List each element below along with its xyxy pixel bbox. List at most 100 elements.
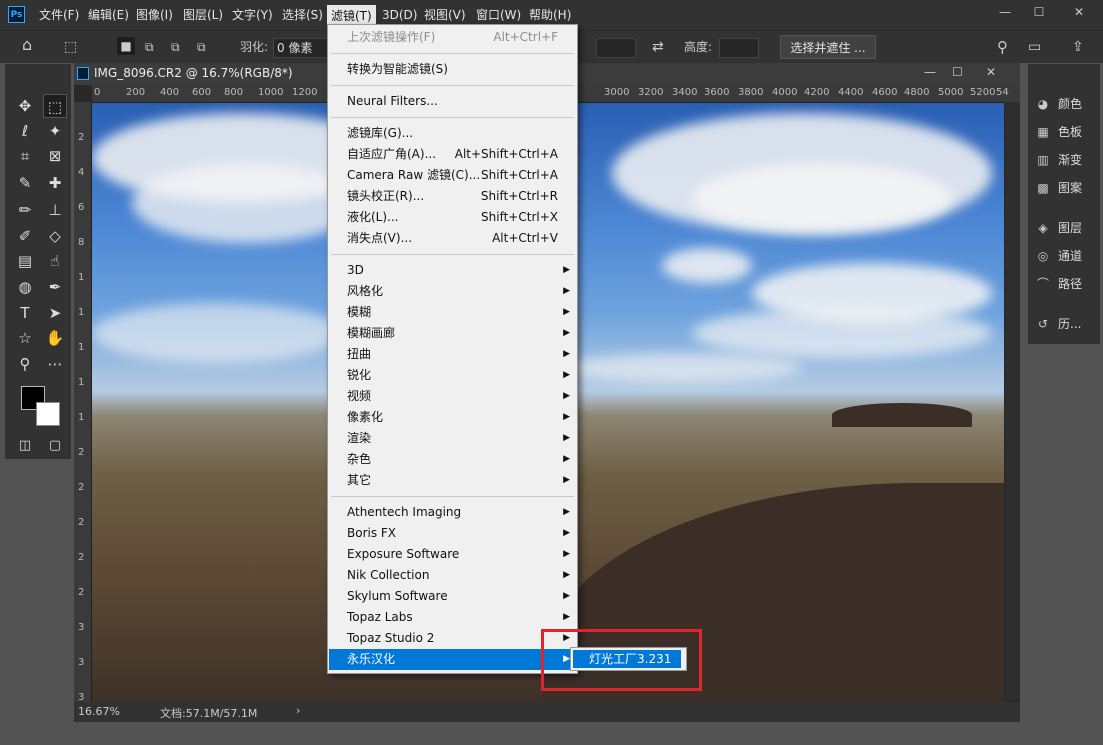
healing-brush-icon[interactable]: ✚	[43, 171, 67, 195]
zoom-level[interactable]: 16.67%	[78, 705, 120, 718]
maximize-button[interactable]: ☐	[1024, 3, 1054, 21]
filter-menu-item[interactable]: Topaz Studio 2 ▶	[329, 628, 576, 649]
move-tool-icon[interactable]: ✥	[13, 94, 37, 118]
crop-tool-icon[interactable]: ⌗	[13, 144, 37, 168]
menu-item-shortcut: Shift+Ctrl+R	[480, 189, 558, 203]
filter-menu-item[interactable]: 扭曲 ▶	[329, 344, 576, 365]
filter-menu-item[interactable]: Athentech Imaging ▶	[329, 502, 576, 523]
menu-item-1[interactable]: 编辑(E)	[84, 0, 133, 30]
menu-item-0[interactable]: 文件(F)	[35, 0, 83, 30]
width-input[interactable]	[596, 38, 636, 58]
menu-item-4[interactable]: 文字(Y)	[228, 0, 277, 30]
screen-mode-icon[interactable]: ▢	[43, 434, 67, 458]
doc-minimize-button[interactable]: —	[924, 65, 936, 79]
ruler-h-tick: 3600	[704, 87, 730, 98]
filter-menu-item[interactable]: 滤镜库(G)...	[329, 123, 576, 144]
lasso-tool-icon[interactable]: ℓ	[13, 119, 37, 143]
add-selection-icon[interactable]: ⧉	[145, 37, 154, 57]
filter-menu-item[interactable]: 像素化 ▶	[329, 407, 576, 428]
eraser-icon[interactable]: ◇	[43, 224, 67, 248]
menu-item-5[interactable]: 选择(S)	[278, 0, 327, 30]
select-and-mask-button[interactable]: 选择并遮住 ...	[780, 35, 876, 59]
filter-menu-item[interactable]: 自适应广角(A)... Alt+Shift+Ctrl+A	[329, 144, 576, 165]
dodge-tool-icon[interactable]: ◍	[13, 275, 37, 299]
menu-item-shortcut: Shift+Ctrl+X	[481, 210, 558, 224]
filter-menu-item[interactable]: 3D ▶	[329, 260, 576, 281]
panel-gradient[interactable]: ▥ 渐变	[1034, 148, 1096, 172]
filter-menu-item[interactable]: 转换为智能滤镜(S)	[329, 59, 576, 80]
intersect-selection-icon[interactable]: ⧉	[197, 37, 206, 57]
filter-menu-item[interactable]: 消失点(V)... Alt+Ctrl+V	[329, 228, 576, 249]
hand-tool-icon[interactable]: ✋	[43, 326, 67, 350]
filter-menu-item[interactable]: 永乐汉化 ▶	[329, 649, 576, 670]
highlight-annotation	[541, 629, 702, 691]
panel-label: 通道	[1058, 249, 1083, 263]
quick-mask-icon[interactable]: ◫	[13, 434, 37, 458]
swap-icon[interactable]: ⇄	[652, 37, 664, 57]
panel-patterns[interactable]: ▩ 图案	[1034, 176, 1096, 200]
marquee-tool-icon[interactable]: ⬚	[64, 37, 77, 57]
filter-menu-item[interactable]: 镜头校正(R)... Shift+Ctrl+R	[329, 186, 576, 207]
rectangular-marquee-icon[interactable]: ⬚	[43, 94, 67, 118]
search-icon[interactable]: ⚲	[997, 37, 1008, 57]
stamp-tool-icon[interactable]: ⊥	[43, 198, 67, 222]
doc-maximize-button[interactable]: ☐	[952, 65, 963, 79]
panel-layers[interactable]: ◈ 图层	[1034, 216, 1096, 240]
patterns-icon: ▩	[1037, 181, 1049, 195]
filter-menu-item[interactable]: Boris FX ▶	[329, 523, 576, 544]
subtract-selection-icon[interactable]: ⧉	[171, 37, 180, 57]
filter-menu-item[interactable]: 模糊画廊 ▶	[329, 323, 576, 344]
filter-menu-item[interactable]: 锐化 ▶	[329, 365, 576, 386]
doc-close-button[interactable]: ✕	[986, 65, 996, 79]
type-tool-icon[interactable]: T	[13, 301, 37, 325]
magic-wand-icon[interactable]: ✦	[43, 119, 67, 143]
share-icon[interactable]: ⇪	[1072, 37, 1084, 57]
home-icon[interactable]: ⌂	[22, 35, 32, 55]
ruler-v-tick: 1	[78, 412, 85, 423]
filter-menu-item[interactable]: 液化(L)... Shift+Ctrl+X	[329, 207, 576, 228]
filter-menu-item[interactable]: 视频 ▶	[329, 386, 576, 407]
panel-history[interactable]: ↺ 历...	[1034, 312, 1096, 336]
panel-palette[interactable]: ◕ 颜色	[1034, 92, 1096, 116]
panel-channels[interactable]: ◎ 通道	[1034, 244, 1096, 268]
height-input[interactable]	[719, 38, 759, 58]
filter-menu-item[interactable]: Camera Raw 滤镜(C)... Shift+Ctrl+A	[329, 165, 576, 186]
eyedropper-icon[interactable]: ✎	[13, 171, 37, 195]
gradient-tool-icon[interactable]: ▤	[13, 249, 37, 273]
channels-icon: ◎	[1037, 249, 1049, 263]
filter-menu-item[interactable]: Exposure Software ▶	[329, 544, 576, 565]
feather-input[interactable]: 0 像素	[273, 38, 328, 58]
filter-menu-item[interactable]: 模糊 ▶	[329, 302, 576, 323]
brush-tool-icon[interactable]: ✏	[13, 198, 37, 222]
filter-menu-item[interactable]: Nik Collection ▶	[329, 565, 576, 586]
right-panel-dock: ◕ 颜色 ▦ 色板 ▥ 渐变 ▩ 图案 ◈ 图层 ◎ 通道 ⌒ 路径 ↺ 历...	[1028, 64, 1100, 344]
path-select-icon[interactable]: ➤	[43, 301, 67, 325]
pen-tool-icon[interactable]: ✒	[43, 275, 67, 299]
filter-menu-item[interactable]: Topaz Labs ▶	[329, 607, 576, 628]
zoom-tool-icon[interactable]: ⚲	[13, 352, 37, 376]
panel-paths[interactable]: ⌒ 路径	[1034, 272, 1096, 296]
ruler-h-tick: 3400	[672, 87, 698, 98]
shape-tool-icon[interactable]: ☆	[13, 326, 37, 350]
filter-menu-item[interactable]: 杂色 ▶	[329, 449, 576, 470]
filter-menu-item[interactable]: Neural Filters...	[329, 91, 576, 112]
history-brush-icon[interactable]: ✐	[13, 224, 37, 248]
vertical-scrollbar[interactable]	[1005, 102, 1020, 700]
panel-swatches[interactable]: ▦ 色板	[1034, 120, 1096, 144]
filter-menu-item[interactable]: 风格化 ▶	[329, 281, 576, 302]
filter-menu-item[interactable]: 其它 ▶	[329, 470, 576, 491]
minimize-button[interactable]: —	[990, 3, 1020, 21]
more-tools-icon[interactable]: ⋯	[43, 352, 67, 376]
menu-item-label: 像素化	[347, 410, 384, 424]
workspace-icon[interactable]: ▭	[1028, 37, 1041, 57]
filter-menu-item[interactable]: Skylum Software ▶	[329, 586, 576, 607]
frame-tool-icon[interactable]: ⊠	[43, 144, 67, 168]
new-selection-icon[interactable]: ■	[117, 37, 135, 55]
close-button[interactable]: ✕	[1064, 3, 1094, 21]
menu-item-3[interactable]: 图层(L)	[179, 0, 227, 30]
smudge-tool-icon[interactable]: ☝	[43, 249, 67, 273]
status-menu-arrow-icon[interactable]: ›	[296, 704, 300, 717]
menu-item-2[interactable]: 图像(I)	[132, 0, 177, 30]
background-color-swatch[interactable]	[36, 402, 60, 426]
filter-menu-item[interactable]: 渲染 ▶	[329, 428, 576, 449]
